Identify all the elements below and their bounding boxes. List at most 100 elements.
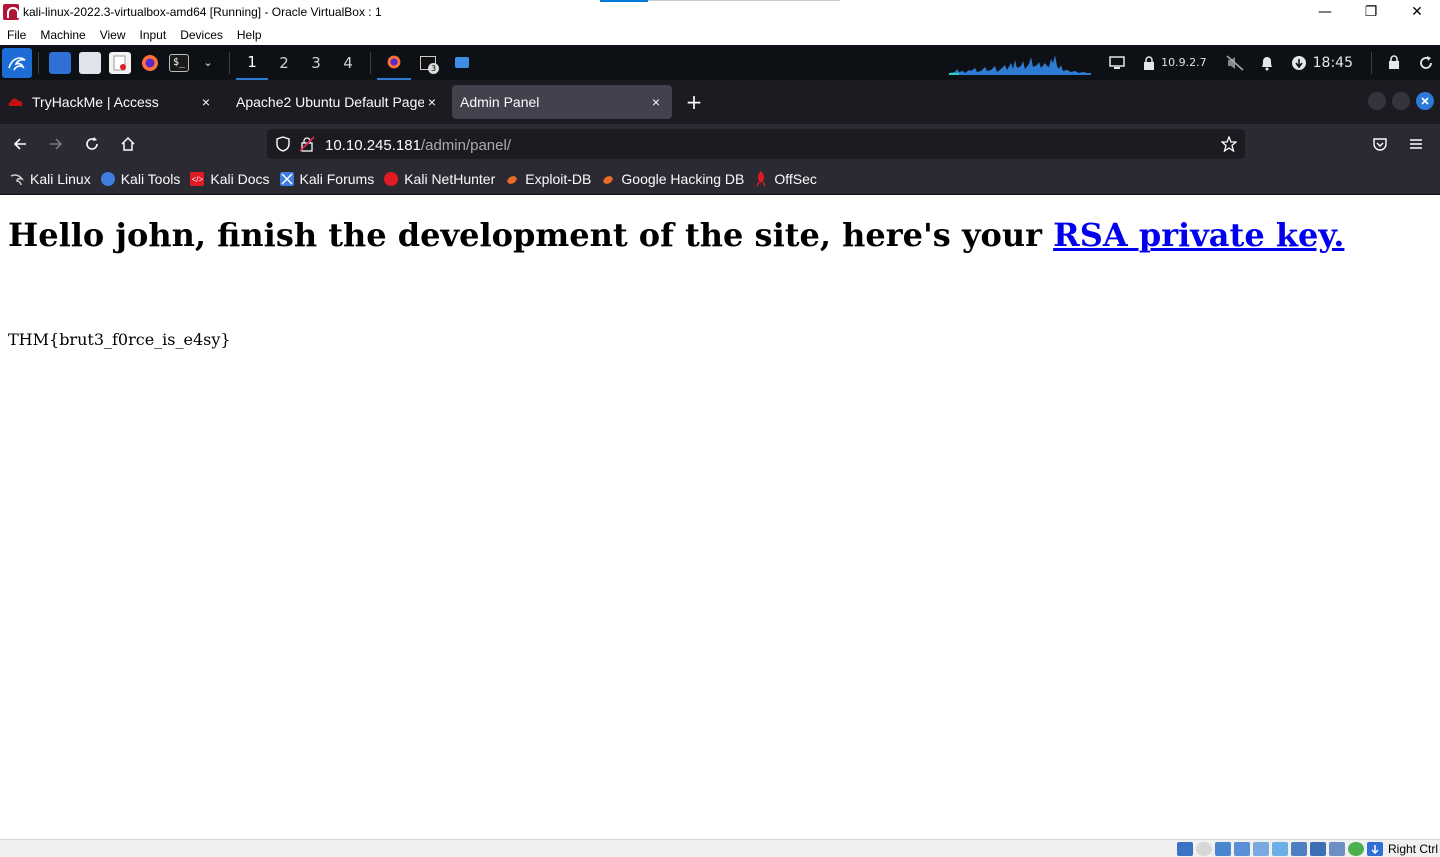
workspace-4[interactable]: 4 [332,45,364,80]
panel-tray: 10.9.2.7 18:45 [949,45,1440,80]
arrow-left-icon [13,138,26,150]
menu-help[interactable]: Help [230,28,269,42]
bookmark-google-hacking-db[interactable]: Google Hacking DB [601,171,744,187]
text-editor-icon[interactable] [109,51,131,74]
firefox-minimize-button[interactable] [1368,92,1386,110]
bug-glyph [603,176,614,184]
kali-forums-icon [279,172,294,186]
app-menu-button[interactable] [1400,128,1432,160]
kali-tools-icon [100,172,115,186]
vpn-lock-icon[interactable] [1139,53,1159,73]
hard-disk-activity-icon[interactable] [1176,841,1193,856]
kali-dragon-icon [10,172,24,186]
pocket-button[interactable] [1364,128,1396,160]
home-button[interactable] [112,128,144,160]
network-monitor-icon[interactable] [1107,53,1127,73]
tab-apache-default[interactable]: Apache2 Ubuntu Default Page: It works × [222,85,448,119]
taskbar-terminals[interactable]: 3 [411,45,445,80]
tab-label: Apache2 Ubuntu Default Page: It works [236,94,424,110]
insecure-connection-lock-icon[interactable] [297,134,317,154]
menu-file[interactable]: File [0,28,33,42]
taskbar-firefox[interactable] [377,45,411,80]
restore-button[interactable]: ❐ [1348,0,1394,24]
close-window-button[interactable]: ✕ [1394,0,1440,24]
workspace-2[interactable]: 2 [268,45,300,80]
bookmark-offsec[interactable]: OffSec [754,171,817,187]
power-updates-icon[interactable] [1289,53,1309,73]
bookmark-label: Kali NetHunter [404,171,496,187]
firefox-tab-strip: TryHackMe | Access × Apache2 Ubuntu Defa… [0,80,1440,124]
address-bar[interactable]: 10.10.245.181/admin/panel/ [267,129,1245,159]
forward-button[interactable] [40,128,72,160]
firefox-maximize-button[interactable] [1392,92,1410,110]
vbox-title-bar: kali-linux-2022.3-virtualbox-amd64 [Runn… [0,0,1440,24]
new-tab-button[interactable]: + [680,88,708,116]
chevron-down-icon[interactable]: ⌄ [197,52,219,74]
display-icon[interactable] [1290,841,1307,856]
menu-machine[interactable]: Machine [33,28,92,42]
url-path: /admin/panel/ [420,136,511,154]
close-icon [1421,97,1429,105]
firefox-glyph [142,54,158,71]
url-text[interactable]: 10.10.245.181/admin/panel/ [325,135,511,154]
refresh-glyph [1420,55,1432,69]
bookmark-kali-tools[interactable]: Kali Tools [100,171,180,187]
notifications-bell-icon[interactable] [1257,53,1277,73]
firefox-glyph [387,55,401,68]
bell-glyph [1261,56,1272,70]
mouse-integration-icon[interactable] [1366,841,1383,856]
cpu-virtualization-icon[interactable] [1328,841,1345,856]
kali-top-panel: $_ ⌄ 1 2 3 4 3 10.9.2.7 18:45 [0,45,1440,80]
logout-icon[interactable] [1416,53,1436,73]
bookmark-exploit-db[interactable]: Exploit-DB [505,171,591,187]
back-button[interactable] [4,128,36,160]
url-host: 10.10.245.181 [325,136,421,154]
bookmark-kali-linux[interactable]: Kali Linux [10,171,91,187]
exploit-db-icon [505,172,519,186]
firefox-close-button[interactable] [1416,92,1434,110]
vbox-menu-bar: File Machine View Input Devices Help [0,24,1440,45]
tab-close-icon[interactable]: × [424,94,440,110]
shared-folders-icon[interactable] [1271,841,1288,856]
optical-drive-icon[interactable] [1195,841,1212,856]
usb-icon[interactable] [1252,841,1269,856]
recording-icon[interactable] [1309,841,1326,856]
tracking-protection-shield-icon[interactable] [273,134,293,154]
guest-additions-icon[interactable] [1347,841,1364,856]
star-glyph [1221,136,1237,152]
lock-screen-icon[interactable] [1384,53,1404,73]
menu-devices[interactable]: Devices [173,28,230,42]
bookmark-label: Kali Forums [299,171,375,187]
terminal-count-badge: 3 [428,63,439,74]
clock[interactable]: 18:45 [1313,55,1353,71]
bookmark-kali-nethunter[interactable]: Kali NetHunter [384,171,495,187]
menu-view[interactable]: View [93,28,133,42]
host-key-label: Right Ctrl [1387,841,1438,856]
bookmark-kali-docs[interactable]: </> Kali Docs [190,171,270,187]
folder-glyph [455,57,469,68]
tab-close-icon[interactable]: × [198,94,214,110]
workspace-3[interactable]: 3 [300,45,332,80]
show-desktop-icon[interactable] [49,51,71,74]
reload-button[interactable] [76,128,108,160]
lock-glyph [1389,55,1399,69]
audio-icon[interactable] [1214,841,1231,856]
network-adapter-icon[interactable] [1233,841,1250,856]
kali-menu-button[interactable] [2,47,32,78]
bookmark-star-icon[interactable] [1219,134,1239,154]
rsa-private-key-link[interactable]: RSA private key. [1053,216,1344,254]
firefox-launcher-icon[interactable] [139,52,161,74]
forums-glyph [280,173,293,185]
workspace-1[interactable]: 1 [236,45,268,80]
bookmark-kali-forums[interactable]: Kali Forums [279,171,375,187]
tab-admin-panel[interactable]: Admin Panel × [452,85,672,119]
tab-tryhackme[interactable]: TryHackMe | Access × [0,85,222,119]
volume-muted-icon[interactable] [1225,53,1245,73]
taskbar-folder[interactable] [445,45,479,80]
terminal-launcher-icon[interactable]: $_ [169,53,189,72]
file-manager-icon[interactable] [79,51,101,74]
arrow-down-icon [1371,844,1379,854]
menu-input[interactable]: Input [133,28,174,42]
minimize-button[interactable]: — [1302,0,1348,24]
tab-close-icon[interactable]: × [648,94,664,110]
